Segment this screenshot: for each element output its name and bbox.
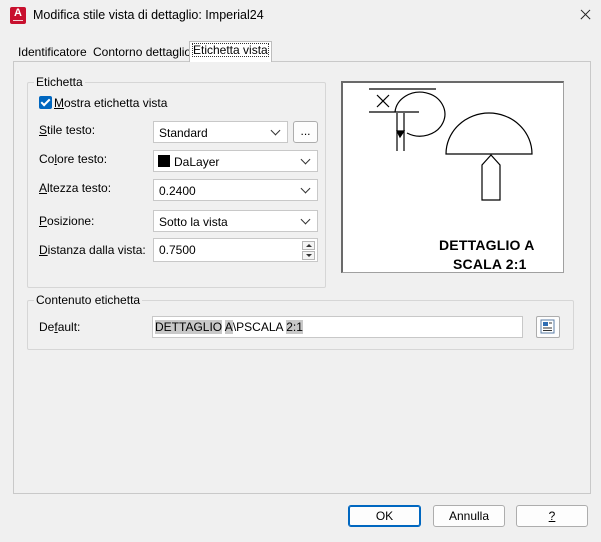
label-preview-panel: DETTAGLIO A SCALA 2:1: [341, 81, 564, 273]
chevron-down-icon: [300, 154, 311, 165]
spin-down-icon[interactable]: [302, 251, 315, 260]
close-icon[interactable]: [570, 2, 600, 28]
tab-etichetta-vista[interactable]: Etichetta vista: [189, 41, 272, 62]
title-bar: A Modifica stile vista di dettaglio: Imp…: [0, 0, 601, 32]
text-color-value: DaLayer: [174, 155, 220, 169]
distance-value: 0.7500: [159, 243, 196, 257]
tab-contorno-dettaglio[interactable]: Contorno dettaglio: [93, 44, 191, 62]
contenuto-group-legend: Contenuto etichetta: [34, 293, 143, 307]
tab-etichetta-vista-label: Etichetta vista: [192, 43, 269, 57]
field-text-segment: DETTAGLIO: [155, 320, 223, 334]
edit-text-field-button[interactable]: [536, 316, 560, 338]
text-style-dropdown[interactable]: Standard: [153, 121, 288, 143]
app-icon-letter: A: [14, 7, 22, 19]
chevron-down-icon: [270, 125, 281, 136]
chevron-down-icon: [300, 183, 311, 194]
show-label-label[interactable]: Mostra etichetta vista: [54, 96, 167, 110]
preview-label-line2: SCALA 2:1: [453, 256, 527, 272]
field-text-segment: A: [224, 320, 233, 334]
chevron-down-icon: [300, 214, 311, 225]
show-label-checkbox[interactable]: [39, 96, 52, 109]
tab-contorno-dettaglio-label: Contorno dettaglio: [93, 45, 192, 59]
text-height-dropdown[interactable]: 0.2400: [153, 179, 318, 201]
autocad-app-icon: A: [10, 7, 26, 24]
distance-label: Distanza dalla vista:: [39, 243, 146, 257]
tab-identificatore-label: Identificatore: [18, 45, 87, 59]
field-text-segment: 2:1: [286, 320, 303, 334]
default-content-field[interactable]: DETTAGLIO A\PSCALA 2:1: [152, 316, 523, 338]
etichetta-group-legend: Etichetta: [34, 75, 85, 89]
position-dropdown[interactable]: Sotto la vista: [153, 210, 318, 232]
text-edit-icon: [540, 319, 555, 334]
text-height-value: 0.2400: [159, 184, 196, 198]
field-text-segment: \PSCALA: [232, 320, 287, 334]
text-style-value: Standard: [159, 126, 208, 140]
text-color-label: Colore testo:: [39, 152, 108, 166]
help-button[interactable]: ?: [516, 505, 588, 527]
distance-spinner[interactable]: 0.7500: [153, 238, 318, 262]
preview-label-line1: DETTAGLIO A: [439, 237, 535, 253]
position-value: Sotto la vista: [159, 215, 228, 229]
default-label: Default:: [39, 320, 81, 334]
color-swatch: [158, 155, 170, 167]
cancel-button[interactable]: Annulla: [433, 505, 505, 527]
ok-button[interactable]: OK: [348, 505, 421, 527]
text-color-dropdown[interactable]: DaLayer: [153, 150, 318, 172]
text-height-label: Altezza testo:: [39, 181, 112, 195]
window-title: Modifica stile vista di dettaglio: Imper…: [33, 8, 264, 22]
text-style-label: Stile testo:: [39, 123, 96, 137]
tab-identificatore[interactable]: Identificatore: [18, 44, 87, 62]
browse-text-style-button[interactable]: ...: [293, 121, 318, 143]
spin-up-icon[interactable]: [302, 241, 315, 250]
position-label: Posizione:: [39, 214, 95, 228]
